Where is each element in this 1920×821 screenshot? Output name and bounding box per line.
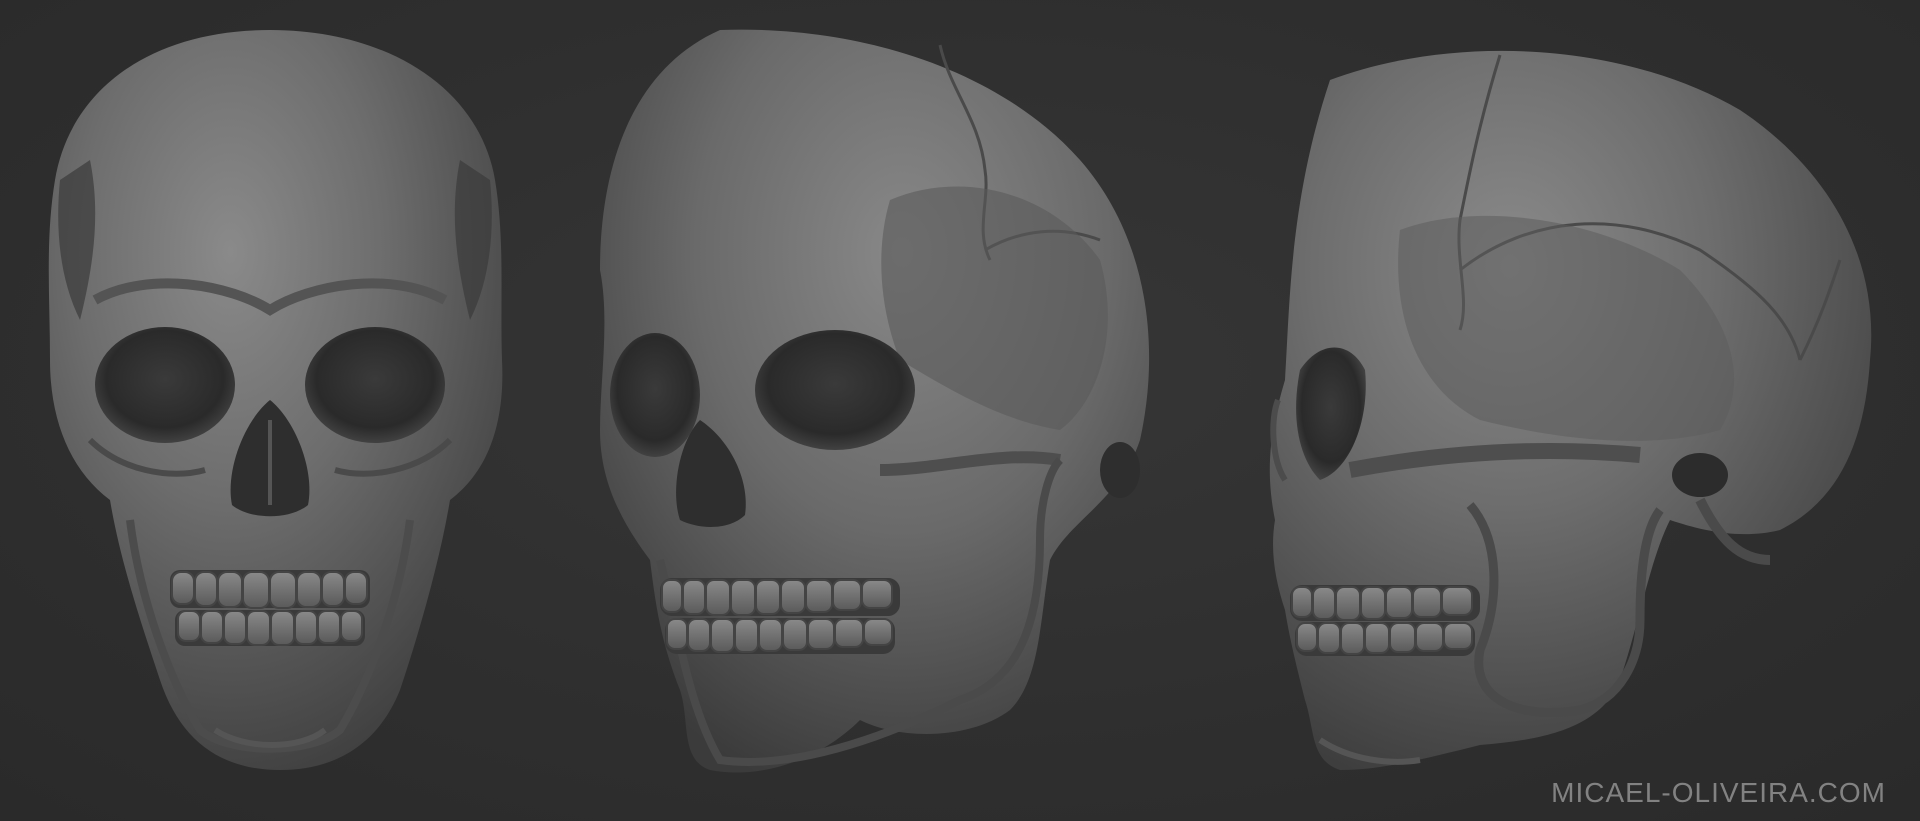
site-watermark: MICAEL-OLIVEIRA.COM bbox=[1551, 777, 1886, 808]
skull-renders bbox=[48, 29, 1872, 773]
skull-front-view bbox=[48, 30, 503, 770]
skull-side-view bbox=[1269, 50, 1872, 771]
skull-three-quarter-view bbox=[600, 29, 1150, 773]
render-canvas: MICAEL-OLIVEIRA.COM bbox=[0, 0, 1920, 821]
